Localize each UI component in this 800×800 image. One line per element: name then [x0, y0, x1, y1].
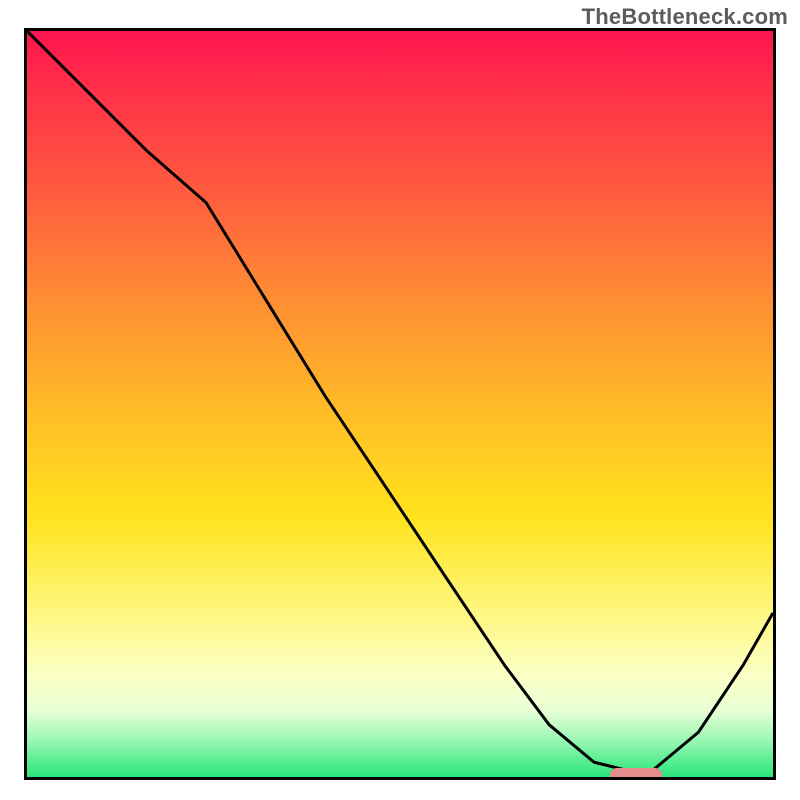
chart-frame: TheBottleneck.com — [0, 0, 800, 800]
plot-area — [24, 28, 776, 780]
watermark-text: TheBottleneck.com — [582, 4, 788, 30]
valley-marker — [610, 768, 663, 780]
curve-path — [27, 31, 773, 770]
data-curve — [27, 31, 773, 777]
